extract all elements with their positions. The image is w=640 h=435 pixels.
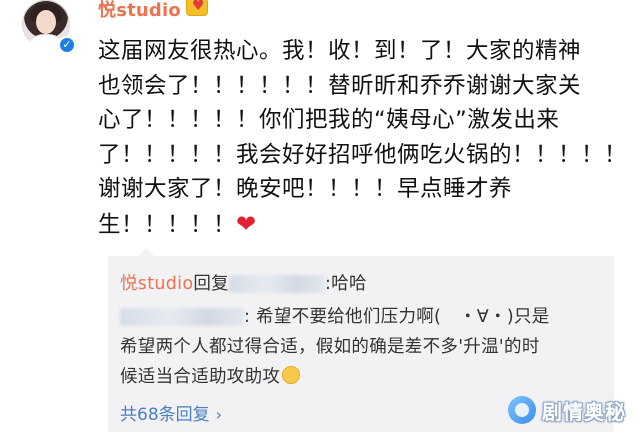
post-line-last: 生！！！！！❤ [98,207,618,243]
heart-emoji-icon: ❤ [236,209,257,238]
reply-item: 悦studio回复 :哈哈 [120,270,367,295]
reply-text-line: 希望两个人都过得合适，假如的确是差不多'升温'的时 [120,337,540,357]
post-line: 了！！！！！我会好好招呼他俩吃火锅的！！！！！ [98,141,628,168]
post-line: 也领会了！！！！！！替昕昕和乔乔谢谢大家关 [98,72,582,99]
watermark-text: 剧情奥秘 [542,399,626,424]
post-line: 心了！！！！！你们把我的“姨母心”激发出来 [98,107,560,133]
reply-text: :哈哈 [324,274,367,294]
reply-text: : 希望不要给他们压力啊( ・∀・)只是 [244,307,550,327]
avatar-face [36,10,56,34]
reply-text-line: : 希望不要给他们压力啊( ・∀・)只是 [120,302,550,332]
post-line: 这届网友很热心。我！收！到！了！大家的精神 [98,38,582,64]
post-line: 生！！！！！ [98,211,237,238]
reply-author-link[interactable]: 悦studio [120,274,193,294]
blurred-username [228,275,325,293]
reply-text-line: 候适当合适助攻助攻 [120,362,550,392]
view-all-replies-link[interactable]: 共68条回复 › [120,400,222,425]
reply-text: 候适当合适助攻助攻 [120,367,281,387]
post-username[interactable]: 悦studio [98,0,181,22]
reply-count-label: 共68条回复 [120,405,210,425]
blurred-username [120,308,244,326]
post-body: 这届网友很热心。我！收！到！了！大家的精神 也领会了！！！！！！替昕昕和乔乔谢谢… [98,34,628,243]
watermark-logo-icon [508,396,536,424]
reply-box-arrow [138,248,154,256]
fan-badge-icon[interactable] [186,0,208,16]
post-line: 谢谢大家了！晚安吧！！！！早点睡才养 [98,176,513,202]
weibo-post: ✓ 悦studio 这届网友很热心。我！收！到！了！大家的精神 也领会了！！！！… [0,0,640,435]
watermark: 剧情奥秘 [508,393,626,427]
verified-badge-icon: ✓ [58,36,76,54]
smile-emoji-icon [282,366,301,384]
reply-item: : 希望不要给他们压力啊( ・∀・)只是 希望两个人都过得合适，假如的确是差不多… [120,302,550,392]
chevron-right-icon: › [215,405,223,424]
reply-verb: 回复 [193,274,229,294]
